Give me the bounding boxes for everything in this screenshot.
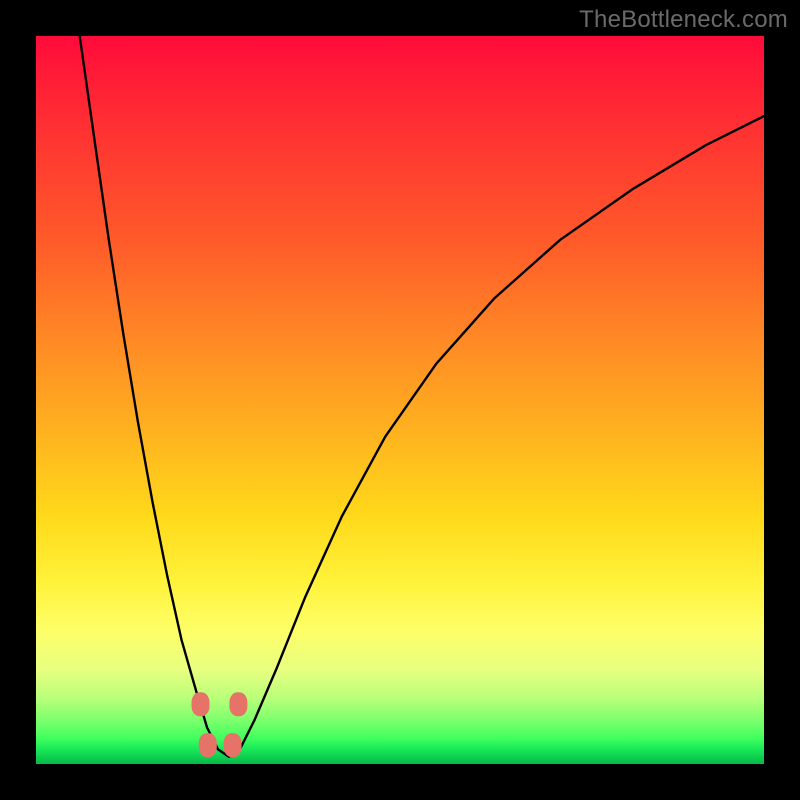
chart-svg <box>36 36 764 764</box>
bottleneck-curve <box>80 36 764 757</box>
curve-marker <box>224 733 242 757</box>
watermark-text: TheBottleneck.com <box>579 6 788 34</box>
curve-marker <box>199 733 217 757</box>
curve-marker <box>229 692 247 716</box>
chart-frame: TheBottleneck.com <box>0 0 800 800</box>
curve-marker <box>192 692 210 716</box>
plot-area <box>36 36 764 764</box>
marker-group <box>192 692 248 757</box>
